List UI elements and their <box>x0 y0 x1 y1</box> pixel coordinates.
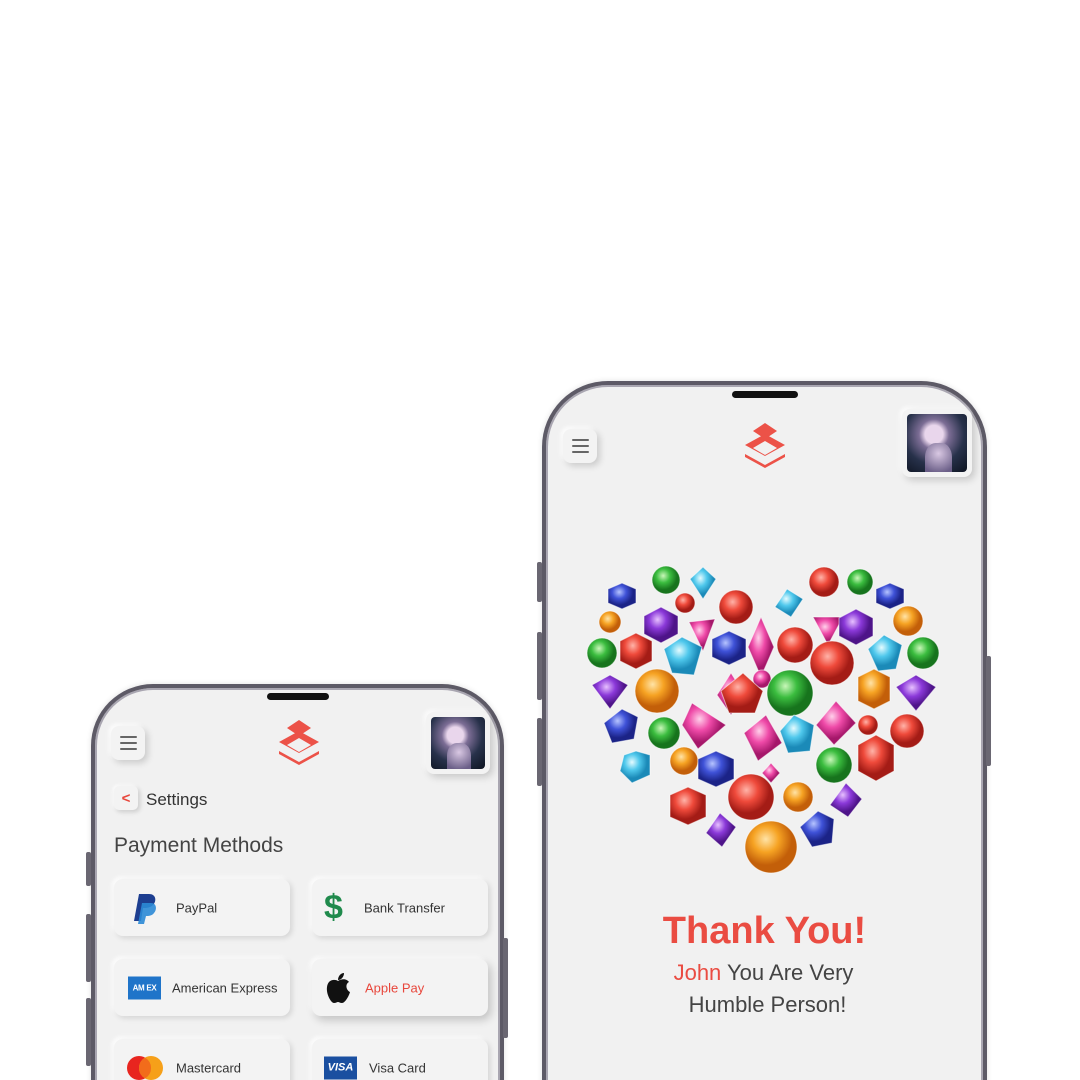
phone-side-button <box>86 852 91 886</box>
thank-you-message-line-2: Humble Person! <box>688 992 847 1017</box>
payment-label: Visa Card <box>369 1060 426 1075</box>
payment-option-american-express[interactable]: AM EX American Express <box>114 959 290 1016</box>
payment-label: American Express <box>172 980 278 995</box>
payment-label: Mastercard <box>176 1060 242 1075</box>
hamburger-icon-bar <box>571 451 589 453</box>
thank-you-message-line-1: John You Are Very <box>546 960 983 986</box>
hamburger-icon-bar <box>119 748 137 750</box>
back-button[interactable]: < <box>114 786 138 810</box>
settings-label: Settings <box>146 790 208 809</box>
phone-side-button <box>537 718 542 786</box>
phone-side-button <box>86 998 91 1066</box>
layers-logo[interactable] <box>277 718 321 766</box>
amex-icon: AM EX <box>128 976 161 999</box>
thank-you-phone: Thank You! John You Are Very Humble Pers… <box>542 381 987 1080</box>
settings-phone: < Settings Payment Methods PayPal $ Bank… <box>91 684 504 1080</box>
payment-label: Bank Transfer <box>364 900 445 915</box>
payment-option-apple-pay[interactable]: Apple Pay <box>312 959 488 1016</box>
apple-icon <box>326 972 350 1003</box>
chevron-left-icon: < <box>121 789 131 807</box>
payment-methods-title: Payment Methods <box>114 834 284 857</box>
payment-label: Apple Pay <box>365 980 425 995</box>
paypal-icon <box>134 893 156 924</box>
user-avatar <box>907 414 967 472</box>
hamburger-icon-bar <box>119 742 137 744</box>
payment-option-paypal[interactable]: PayPal <box>114 879 290 936</box>
hamburger-icon-bar <box>571 439 589 441</box>
menu-button[interactable] <box>563 429 597 463</box>
payment-option-mastercard[interactable]: Mastercard <box>114 1039 290 1080</box>
hamburger-icon-bar <box>571 445 589 447</box>
dollar-icon: $ <box>324 888 343 926</box>
user-name: John <box>673 960 722 985</box>
message-text: You Are Very <box>721 960 854 985</box>
user-avatar <box>431 717 485 769</box>
menu-button[interactable] <box>111 726 145 760</box>
phone-notch <box>731 391 798 398</box>
payment-option-bank-transfer[interactable]: $ Bank Transfer <box>312 879 488 936</box>
phone-side-button <box>503 938 508 1038</box>
phone-notch <box>266 693 329 700</box>
phone-side-button <box>537 632 542 700</box>
avatar-button[interactable] <box>902 409 972 477</box>
avatar-button[interactable] <box>426 712 490 774</box>
phone-side-button <box>537 562 542 602</box>
phone-side-button <box>986 656 991 766</box>
visa-icon: VISA <box>324 1056 357 1079</box>
layers-logo[interactable] <box>743 421 787 469</box>
gem-heart-illustration <box>586 565 940 874</box>
mastercard-icon <box>127 1055 163 1080</box>
payment-label: PayPal <box>176 900 218 915</box>
hamburger-icon-bar <box>119 736 137 738</box>
phone-side-button <box>86 914 91 982</box>
thank-you-title: Thank You! <box>662 910 867 952</box>
payment-option-visa[interactable]: VISA Visa Card <box>312 1039 488 1080</box>
